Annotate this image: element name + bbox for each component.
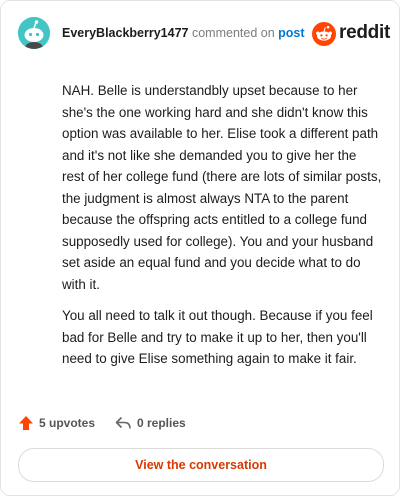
username[interactable]: EveryBlackberry1477	[62, 26, 189, 40]
reply-arrow-icon	[115, 416, 131, 429]
comment-paragraph: NAH. Belle is understandbly upset becaus…	[62, 83, 382, 292]
upvote-arrow-icon	[19, 416, 33, 430]
comment-paragraph: You all need to talk it out though. Beca…	[62, 308, 373, 366]
comment-card: EveryBlackberry1477 commented on post re…	[0, 0, 400, 496]
replies-button[interactable]: 0 replies	[115, 415, 186, 431]
upvotes-button[interactable]: 5 upvotes	[18, 415, 95, 431]
commented-on-text: commented on	[191, 26, 275, 40]
user-avatar[interactable]	[18, 17, 50, 49]
comment-header: EveryBlackberry1477 commented on post	[62, 26, 305, 40]
reddit-logo-icon	[312, 22, 336, 46]
view-conversation-button[interactable]: View the conversation	[18, 448, 384, 482]
snoo-avatar-icon	[18, 17, 50, 49]
reddit-wordmark: reddit	[339, 22, 390, 43]
upvotes-count: 5 upvotes	[39, 416, 96, 430]
comment-body: NAH. Belle is understandbly upset becaus…	[62, 80, 382, 380]
post-link[interactable]: post	[278, 26, 304, 40]
replies-count: 0 replies	[137, 416, 186, 430]
